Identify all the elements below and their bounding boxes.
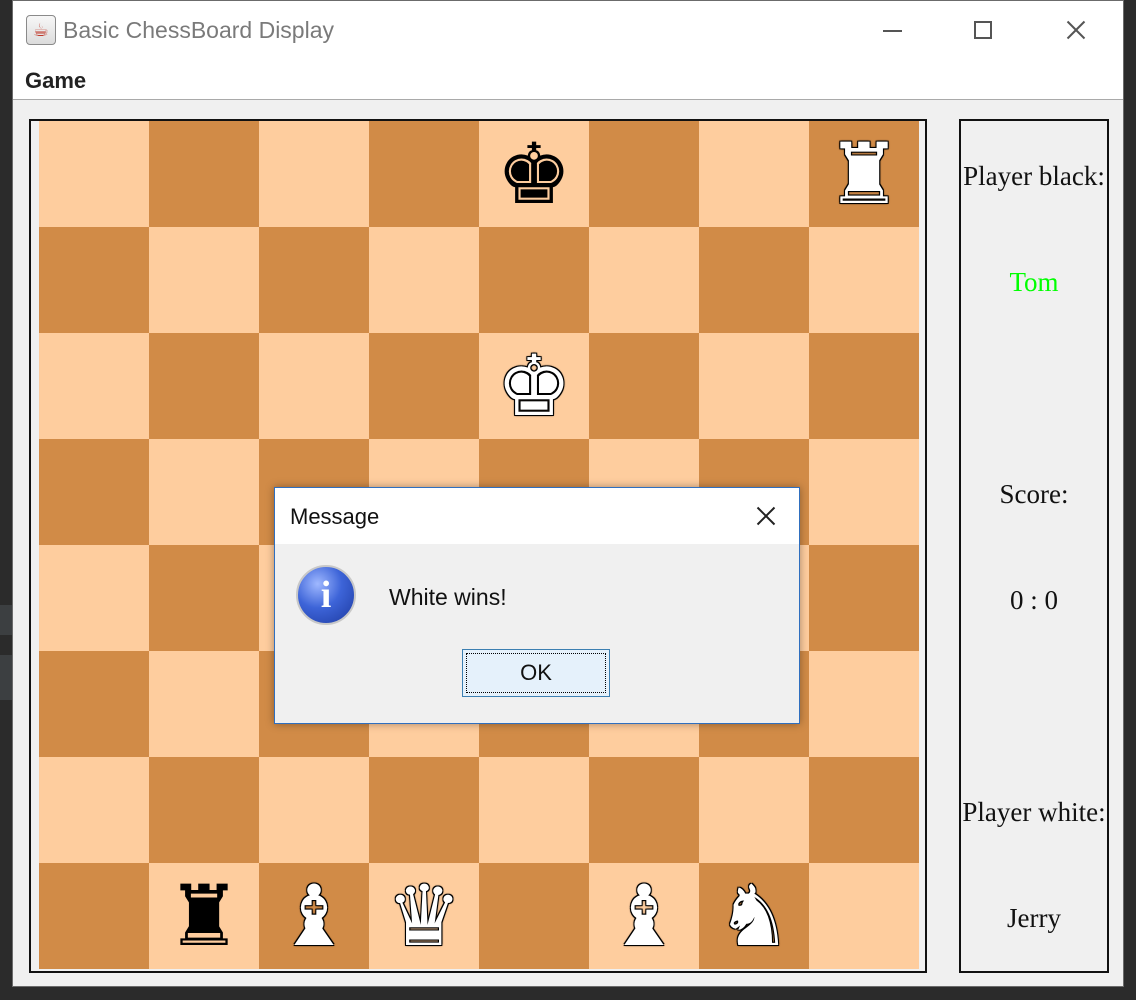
board-square[interactable]: [149, 227, 259, 333]
background-band: [0, 605, 12, 635]
black-rook-icon[interactable]: ♜: [166, 874, 241, 958]
board-square[interactable]: [589, 121, 699, 227]
board-square[interactable]: [809, 651, 919, 757]
maximize-button[interactable]: [961, 9, 1007, 53]
player-black-name: Tom: [1009, 267, 1059, 297]
board-square[interactable]: [39, 439, 149, 545]
white-bishop-icon[interactable]: ♝: [276, 874, 351, 958]
white-bishop-icon[interactable]: ♝: [606, 874, 681, 958]
board-square[interactable]: ♝: [589, 863, 699, 969]
board-square[interactable]: [479, 227, 589, 333]
board-square[interactable]: [809, 439, 919, 545]
board-square[interactable]: [809, 227, 919, 333]
board-square[interactable]: [39, 757, 149, 863]
info-icon: i: [296, 565, 356, 625]
board-square[interactable]: [479, 757, 589, 863]
board-square[interactable]: [699, 121, 809, 227]
white-rook-icon[interactable]: ♜: [826, 132, 901, 216]
score-value: 0 : 0: [1009, 585, 1058, 615]
board-square[interactable]: [149, 651, 259, 757]
board-square[interactable]: [589, 333, 699, 439]
player-black-label: Player black:: [963, 161, 1105, 191]
score-label: Score:: [999, 479, 1069, 509]
board-square[interactable]: [699, 757, 809, 863]
board-square[interactable]: [809, 333, 919, 439]
background-window-edge: [0, 0, 12, 1000]
board-square[interactable]: [259, 121, 369, 227]
background-band: [0, 655, 12, 700]
board-square[interactable]: [149, 439, 259, 545]
board-square[interactable]: [369, 333, 479, 439]
minimize-button[interactable]: [869, 9, 915, 53]
board-square[interactable]: [149, 121, 259, 227]
board-square[interactable]: [259, 227, 369, 333]
title-bar[interactable]: ☕ Basic ChessBoard Display: [13, 1, 1123, 61]
board-square[interactable]: [589, 757, 699, 863]
board-square[interactable]: [479, 863, 589, 969]
board-square[interactable]: [809, 757, 919, 863]
board-square[interactable]: [39, 227, 149, 333]
window-title: Basic ChessBoard Display: [63, 17, 335, 43]
white-king-icon[interactable]: ♚: [496, 344, 571, 428]
board-square[interactable]: ♜: [149, 863, 259, 969]
board-square[interactable]: [259, 333, 369, 439]
player-info-panel: Player black: Tom Score: 0 : 0 Player wh…: [959, 119, 1109, 973]
board-square[interactable]: [39, 333, 149, 439]
board-square[interactable]: [259, 757, 369, 863]
menu-bar: Game: [13, 61, 1123, 100]
board-square[interactable]: [809, 863, 919, 969]
board-square[interactable]: [369, 757, 479, 863]
black-king-icon[interactable]: ♚: [496, 132, 571, 216]
board-square[interactable]: [149, 545, 259, 651]
board-square[interactable]: ♞: [699, 863, 809, 969]
board-square[interactable]: [699, 333, 809, 439]
menu-game[interactable]: Game: [25, 68, 86, 94]
board-square[interactable]: ♚: [479, 333, 589, 439]
java-cup-icon: ☕: [26, 15, 56, 45]
dialog-title: Message: [290, 504, 380, 529]
dialog-message: White wins!: [389, 584, 507, 610]
dialog-close-button[interactable]: [745, 498, 785, 534]
dialog-title-bar[interactable]: Message: [275, 488, 799, 544]
board-square[interactable]: ♝: [259, 863, 369, 969]
board-square[interactable]: [149, 757, 259, 863]
board-square[interactable]: [39, 651, 149, 757]
board-square[interactable]: [39, 863, 149, 969]
board-square[interactable]: [369, 121, 479, 227]
board-square[interactable]: [39, 545, 149, 651]
board-square[interactable]: [809, 545, 919, 651]
board-square[interactable]: ♜: [809, 121, 919, 227]
board-square[interactable]: [699, 227, 809, 333]
player-white-label: Player white:: [962, 797, 1106, 827]
board-square[interactable]: ♛: [369, 863, 479, 969]
board-square[interactable]: [589, 227, 699, 333]
close-window-button[interactable]: [1053, 9, 1099, 53]
message-dialog: Message i White wins! OK: [274, 487, 800, 724]
player-white-name: Jerry: [1007, 903, 1061, 933]
white-knight-icon[interactable]: ♞: [716, 874, 791, 958]
board-square[interactable]: [39, 121, 149, 227]
board-square[interactable]: [149, 333, 259, 439]
board-square[interactable]: ♚: [479, 121, 589, 227]
ok-button[interactable]: OK: [462, 649, 610, 697]
white-queen-icon[interactable]: ♛: [386, 874, 461, 958]
board-square[interactable]: [369, 227, 479, 333]
